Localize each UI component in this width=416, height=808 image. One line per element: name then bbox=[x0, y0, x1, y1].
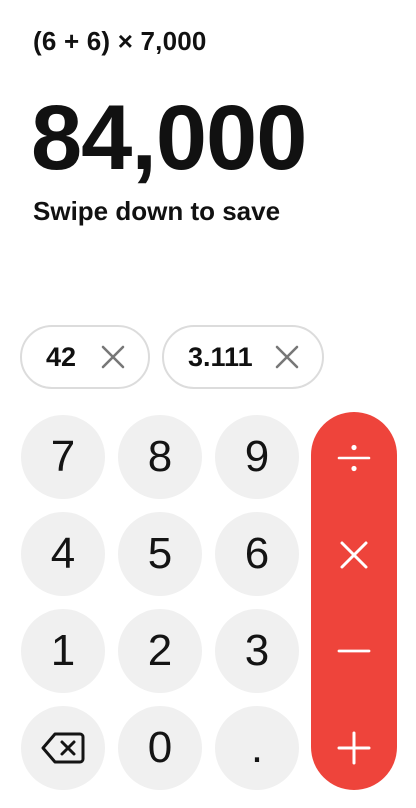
multiply-icon bbox=[340, 541, 368, 569]
divide-icon bbox=[337, 444, 371, 472]
multiply-button[interactable] bbox=[311, 512, 397, 598]
divide-button[interactable] bbox=[311, 415, 397, 501]
key-1[interactable]: 1 bbox=[21, 609, 105, 693]
key-2[interactable]: 2 bbox=[118, 609, 202, 693]
subtract-button[interactable] bbox=[311, 608, 397, 694]
swipe-hint: Swipe down to save bbox=[33, 196, 281, 226]
saved-value-chip[interactable]: 42 bbox=[20, 325, 150, 389]
saved-value: 42 bbox=[46, 341, 77, 372]
close-icon[interactable] bbox=[274, 344, 300, 370]
key-6[interactable]: 6 bbox=[215, 512, 299, 596]
key-9[interactable]: 9 bbox=[215, 415, 299, 499]
key-3[interactable]: 3 bbox=[215, 609, 299, 693]
close-icon[interactable] bbox=[100, 344, 126, 370]
key-decimal[interactable]: . bbox=[215, 706, 299, 790]
result-display: 84,000 bbox=[31, 87, 307, 189]
key-4[interactable]: 4 bbox=[21, 512, 105, 596]
key-0[interactable]: 0 bbox=[118, 706, 202, 790]
minus-icon bbox=[337, 649, 371, 653]
saved-value-chip[interactable]: 3.111 bbox=[162, 325, 324, 389]
expression-display: (6 + 6) × 7,000 bbox=[33, 26, 207, 56]
backspace-button[interactable] bbox=[21, 706, 105, 790]
operator-column bbox=[311, 412, 397, 790]
backspace-icon bbox=[41, 732, 85, 764]
key-7[interactable]: 7 bbox=[21, 415, 105, 499]
add-button[interactable] bbox=[311, 705, 397, 791]
key-5[interactable]: 5 bbox=[118, 512, 202, 596]
plus-icon bbox=[337, 731, 371, 765]
key-8[interactable]: 8 bbox=[118, 415, 202, 499]
saved-value: 3.111 bbox=[188, 341, 253, 372]
